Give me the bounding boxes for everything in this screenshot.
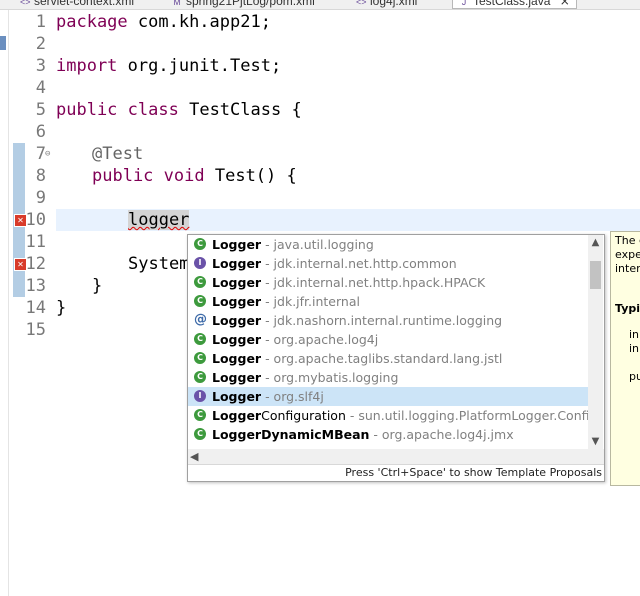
vertical-scrollbar[interactable]: ▲ ▼ xyxy=(588,235,603,449)
proposal-item[interactable]: C Logger - java.util.logging xyxy=(188,235,588,254)
scroll-up-icon[interactable]: ▲ xyxy=(588,235,603,250)
javadoc-popup: The c expe inter Typic in in pu xyxy=(610,231,640,486)
fold-collapse-icon[interactable]: ⊖ xyxy=(45,143,50,165)
xml-file-icon: <> xyxy=(20,0,31,7)
class-icon: C xyxy=(194,333,206,345)
doc-line: The c xyxy=(615,234,640,247)
doc-line: in xyxy=(629,342,640,355)
editor-tab-strip: <> servlet-context.xml Mspring21PjtLog/po… xyxy=(0,0,640,10)
line-number: 11 xyxy=(25,232,46,252)
proposal-item[interactable]: C Logger - org.apache.taglibs.standard.la… xyxy=(188,349,588,368)
code-line: } xyxy=(92,276,103,296)
proposal-status-text: Press 'Ctrl+Space' to show Template Prop… xyxy=(188,464,604,481)
class-icon: C xyxy=(194,238,206,250)
code-line: public void Test() { xyxy=(92,166,297,186)
code-line: @Test xyxy=(92,144,144,164)
proposal-item-selected[interactable]: I Logger - org.slf4j xyxy=(188,387,588,406)
overview-ruler xyxy=(0,10,9,596)
annotation-icon: @ xyxy=(194,312,207,327)
error-marker-icon[interactable]: ✕ xyxy=(14,214,27,227)
interface-icon: I xyxy=(194,390,206,402)
scroll-left-icon[interactable]: ◀ xyxy=(190,449,198,464)
interface-icon: I xyxy=(194,257,206,269)
xml-file-icon: <> xyxy=(356,0,367,7)
doc-line: pu xyxy=(629,370,640,383)
code-line: logger xyxy=(128,209,190,231)
content-assist-popup: C Logger - java.util.logging I Logger - jd… xyxy=(187,234,605,482)
line-number: 6 xyxy=(35,122,46,142)
code-line: } xyxy=(56,298,67,318)
line-number: 15 xyxy=(25,320,46,340)
maven-pom-icon: M xyxy=(173,0,181,7)
line-number: 1 xyxy=(35,12,46,32)
line-number: 2 xyxy=(35,34,46,54)
line-number: 4 xyxy=(35,78,46,98)
abstract-class-icon: C xyxy=(194,409,206,421)
proposal-list[interactable]: C Logger - java.util.logging I Logger - jd… xyxy=(188,235,588,449)
tab-pom[interactable]: Mspring21PjtLog/pom.xml xyxy=(172,0,314,8)
scroll-thumb[interactable] xyxy=(590,261,601,289)
proposal-item[interactable]: @ Logger - jdk.nashorn.internal.runtime.l… xyxy=(188,311,588,330)
scroll-down-icon[interactable]: ▼ xyxy=(588,434,603,449)
typed-identifier: logger xyxy=(128,210,190,230)
tab-log4j[interactable]: <> log4j.xml xyxy=(356,0,417,8)
code-line: import org.junit.Test; xyxy=(56,56,282,76)
proposal-item[interactable]: C LoggerConfiguration - sun.util.logging.… xyxy=(188,406,588,425)
doc-line: Typic xyxy=(615,302,640,315)
doc-line: expe xyxy=(615,248,640,261)
code-line: public class TestClass { xyxy=(56,100,302,120)
class-icon: C xyxy=(194,352,206,364)
line-number: 8 xyxy=(35,166,46,186)
java-file-icon: J xyxy=(461,0,467,7)
tab-servlet-context[interactable]: <> servlet-context.xml xyxy=(20,0,134,8)
scrollbar-corner xyxy=(588,449,604,464)
class-icon: C xyxy=(194,428,206,440)
code-line: package com.kh.app21; xyxy=(56,12,271,32)
horizontal-scrollbar[interactable]: ◀ xyxy=(188,449,588,464)
class-icon: C xyxy=(194,276,206,288)
line-number: 7 xyxy=(35,144,46,164)
doc-line: inter xyxy=(615,262,640,275)
line-number: 14 xyxy=(25,298,46,318)
line-number: 3 xyxy=(35,56,46,76)
line-number: 13 xyxy=(25,276,46,296)
line-number: 5 xyxy=(35,100,46,120)
tab-testclass[interactable]: J TestClass.java × xyxy=(452,0,577,9)
doc-line: in xyxy=(629,328,640,341)
line-number: 9 xyxy=(35,188,46,208)
close-tab-icon[interactable]: × xyxy=(560,0,570,8)
proposal-item[interactable]: C LoggerDynamicMBean - org.apache.log4j.j… xyxy=(188,425,588,444)
proposal-item[interactable]: I Logger - jdk.internal.net.http.common xyxy=(188,254,588,273)
proposal-item[interactable]: C Logger - jdk.jfr.internal xyxy=(188,292,588,311)
class-icon: C xyxy=(194,295,206,307)
proposal-item[interactable]: C Logger - org.mybatis.logging xyxy=(188,368,588,387)
proposal-item[interactable]: C Logger - jdk.internal.net.http.hpack.HP… xyxy=(188,273,588,292)
class-icon: C xyxy=(194,371,206,383)
ruler-marker[interactable] xyxy=(0,36,6,50)
proposal-item[interactable]: C Logger - org.apache.log4j xyxy=(188,330,588,349)
error-marker-icon[interactable]: ✕ xyxy=(14,258,27,271)
